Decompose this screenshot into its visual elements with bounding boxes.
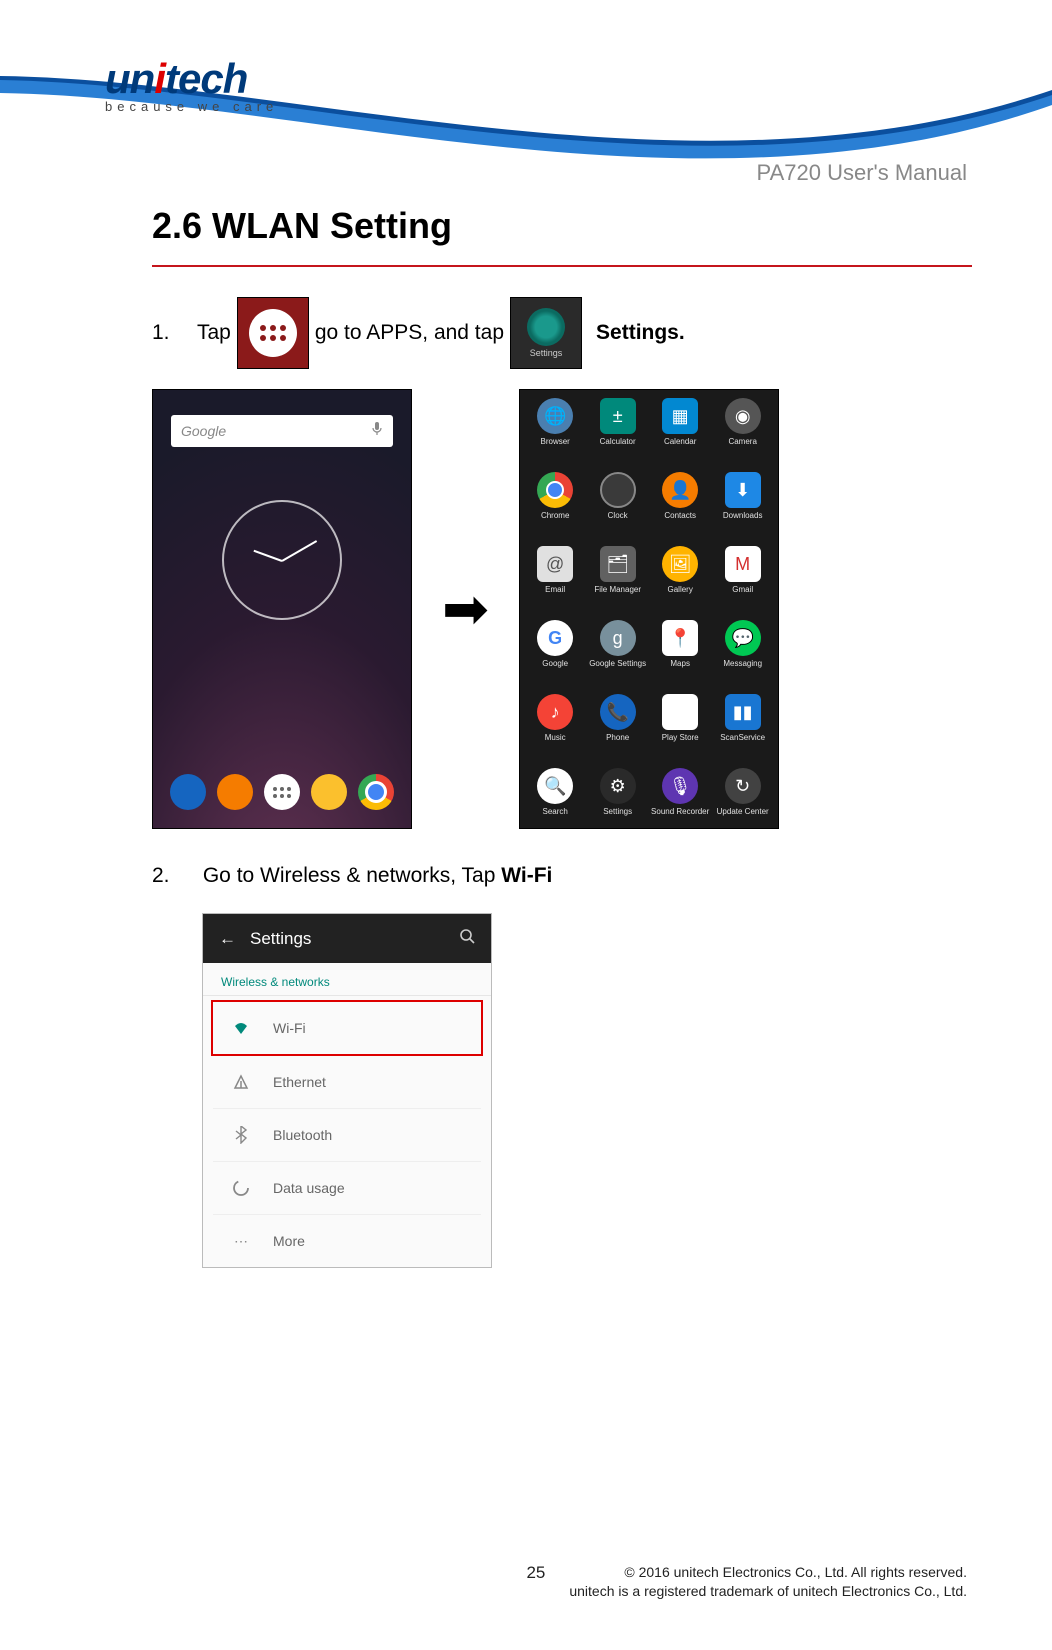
screenshot-row: Google ➡ 🌐Browser ±Calculator ▦Calendar: [152, 389, 972, 829]
apps-launcher-icon: [237, 297, 309, 369]
dock-apps-icon[interactable]: [264, 774, 300, 810]
app-scanservice[interactable]: ▮▮ScanService: [711, 694, 774, 766]
logo: unitech because we care: [105, 55, 278, 114]
bluetooth-icon: [231, 1125, 251, 1145]
app-music[interactable]: ♪Music: [524, 694, 587, 766]
settings-app-icon: Settings: [510, 297, 582, 369]
app-google-settings[interactable]: gGoogle Settings: [586, 620, 649, 692]
settings-row-ethernet[interactable]: Ethernet: [213, 1056, 481, 1109]
step-1-text-a: Tap: [197, 321, 231, 345]
back-icon[interactable]: ←: [219, 929, 236, 949]
app-calendar[interactable]: ▦Calendar: [649, 398, 712, 470]
app-settings[interactable]: ⚙Settings: [586, 768, 649, 840]
page-number: 25: [526, 1563, 545, 1583]
dock-phone-icon[interactable]: [170, 774, 206, 810]
app-camera[interactable]: ◉Camera: [711, 398, 774, 470]
ethernet-icon: [231, 1072, 251, 1092]
step-1: 1. Tap go to APPS, and tap Settings Sett…: [152, 297, 972, 369]
step-2-number: 2.: [152, 864, 197, 888]
app-messaging[interactable]: 💬Messaging: [711, 620, 774, 692]
dock: [153, 774, 411, 810]
mic-icon: [371, 421, 383, 442]
settings-row-bluetooth[interactable]: Bluetooth: [213, 1109, 481, 1162]
data-usage-icon: [231, 1178, 251, 1198]
dock-chrome-icon[interactable]: [358, 774, 394, 810]
app-sound-recorder[interactable]: 🎙Sound Recorder: [649, 768, 712, 840]
app-file-manager[interactable]: 🗂File Manager: [586, 546, 649, 618]
more-icon: ⋯: [231, 1231, 251, 1251]
settings-row-wifi[interactable]: Wi-Fi: [211, 1000, 483, 1056]
dock-messaging-icon[interactable]: [311, 774, 347, 810]
app-calculator[interactable]: ±Calculator: [586, 398, 649, 470]
app-gallery[interactable]: 🖼Gallery: [649, 546, 712, 618]
settings-header: ← Settings: [203, 914, 491, 963]
app-maps[interactable]: 📍Maps: [649, 620, 712, 692]
app-downloads[interactable]: ⬇Downloads: [711, 472, 774, 544]
arrow-right-icon: ➡: [442, 576, 489, 642]
wifi-icon: [231, 1018, 251, 1038]
app-play-store[interactable]: ▶Play Store: [649, 694, 712, 766]
step-2-text: Go to Wireless & networks, Tap: [203, 864, 501, 887]
home-screenshot: Google: [152, 389, 412, 829]
section-rule: [152, 265, 972, 267]
settings-screenshot: ← Settings Wireless & networks Wi-Fi Eth…: [202, 913, 492, 1268]
search-placeholder: Google: [181, 423, 226, 439]
app-search[interactable]: 🔍Search: [524, 768, 587, 840]
doc-title: PA720 User's Manual: [757, 160, 967, 186]
page-footer: 25 © 2016 unitech Electronics Co., Ltd. …: [526, 1563, 967, 1602]
step-2-bold: Wi-Fi: [501, 864, 552, 887]
logo-tagline: because we care: [105, 99, 278, 114]
step-1-number: 1.: [152, 321, 197, 345]
step-1-text-c: Settings.: [596, 321, 685, 345]
gear-icon: [527, 308, 565, 346]
app-gmail[interactable]: MGmail: [711, 546, 774, 618]
step-1-text-b: go to APPS, and tap: [315, 321, 504, 345]
step-2: 2. Go to Wireless & networks, Tap Wi-Fi: [152, 864, 972, 888]
settings-row-more[interactable]: ⋯ More: [213, 1215, 481, 1267]
settings-title: Settings: [250, 929, 311, 949]
app-google[interactable]: GGoogle: [524, 620, 587, 692]
settings-row-data-usage[interactable]: Data usage: [213, 1162, 481, 1215]
google-search-bar[interactable]: Google: [171, 415, 393, 447]
app-phone[interactable]: 📞Phone: [586, 694, 649, 766]
clock-widget: [222, 500, 342, 620]
app-chrome[interactable]: Chrome: [524, 472, 587, 544]
section-heading: 2.6 WLAN Setting: [152, 205, 972, 247]
dock-contacts-icon[interactable]: [217, 774, 253, 810]
app-update-center[interactable]: ↻Update Center: [711, 768, 774, 840]
settings-section-label: Wireless & networks: [203, 963, 491, 996]
app-email[interactable]: @Email: [524, 546, 587, 618]
app-contacts[interactable]: 👤Contacts: [649, 472, 712, 544]
copyright-2: unitech is a registered trademark of uni…: [569, 1583, 967, 1599]
app-browser[interactable]: 🌐Browser: [524, 398, 587, 470]
app-clock[interactable]: Clock: [586, 472, 649, 544]
copyright-1: © 2016 unitech Electronics Co., Ltd. All…: [624, 1564, 967, 1580]
app-drawer-screenshot: 🌐Browser ±Calculator ▦Calendar ◉Camera C…: [519, 389, 779, 829]
search-icon[interactable]: [459, 928, 475, 949]
logo-brand: unitech: [105, 55, 278, 103]
